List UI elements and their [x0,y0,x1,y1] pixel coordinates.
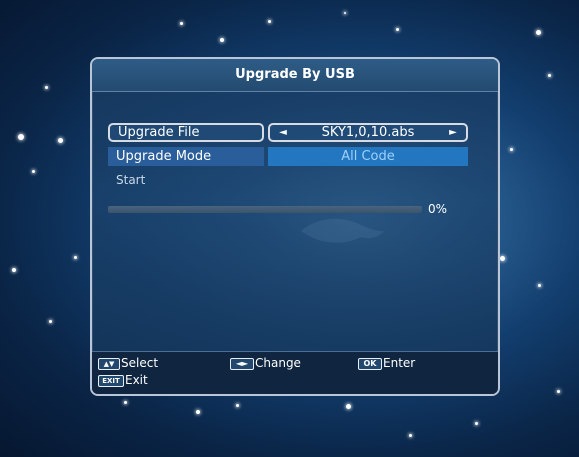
star [32,170,35,173]
ok-key-icon: OK [358,357,382,370]
star [548,74,551,77]
star [196,410,200,414]
star [45,86,48,89]
star [220,38,224,42]
star [475,422,478,425]
upgrade-file-value: SKY1,0,10.abs [321,125,415,140]
help-bar: ▲▼ Select ◄► Change OK Enter EXIT Exit [92,351,498,394]
star [268,20,271,23]
upgrade-file-selector[interactable]: ◄ SKY1,0,10.abs ► [268,123,468,142]
star [396,28,399,31]
help-select-label: Select [121,356,159,370]
change-key-icon: ◄► [230,357,254,370]
star [58,138,63,143]
star [180,22,183,25]
star [500,256,505,261]
select-key-icon: ▲▼ [98,357,120,370]
star [510,148,513,151]
upgrade-progress-bar [108,206,422,213]
star [74,256,77,259]
left-arrow-icon[interactable]: ◄ [274,125,292,140]
start-button[interactable]: Start [116,173,145,187]
help-change-label: Change [255,356,301,370]
exit-key-icon: EXIT [98,374,124,387]
help-change: ◄► Change [230,356,301,370]
upgrade-mode-label: Upgrade Mode [108,147,264,166]
help-enter: OK Enter [358,356,415,370]
star [236,404,239,407]
star [346,404,351,409]
help-select: ▲▼ Select [98,356,158,370]
upgrade-mode-row[interactable]: Upgrade Mode All Code [108,147,470,166]
star [18,134,24,140]
star [536,30,541,35]
star [538,284,541,287]
star [49,320,52,323]
help-exit-label: Exit [125,373,148,387]
star [12,268,16,272]
upgrade-mode-value[interactable]: All Code [268,147,468,166]
star [557,390,560,393]
upgrade-dialog: Upgrade By USB Upgrade File ◄ SKY1,0,10.… [90,57,500,396]
star [409,434,412,437]
help-enter-label: Enter [383,356,416,370]
upgrade-file-label: Upgrade File [108,123,264,142]
watermark-fish-icon [301,218,385,243]
star [124,401,127,404]
help-exit: EXIT Exit [98,373,148,387]
dialog-title: Upgrade By USB [92,59,498,92]
upgrade-file-row[interactable]: Upgrade File ◄ SKY1,0,10.abs ► [108,123,470,142]
star [344,12,346,14]
right-arrow-icon[interactable]: ► [444,125,462,140]
upgrade-progress-text: 0% [428,202,448,216]
